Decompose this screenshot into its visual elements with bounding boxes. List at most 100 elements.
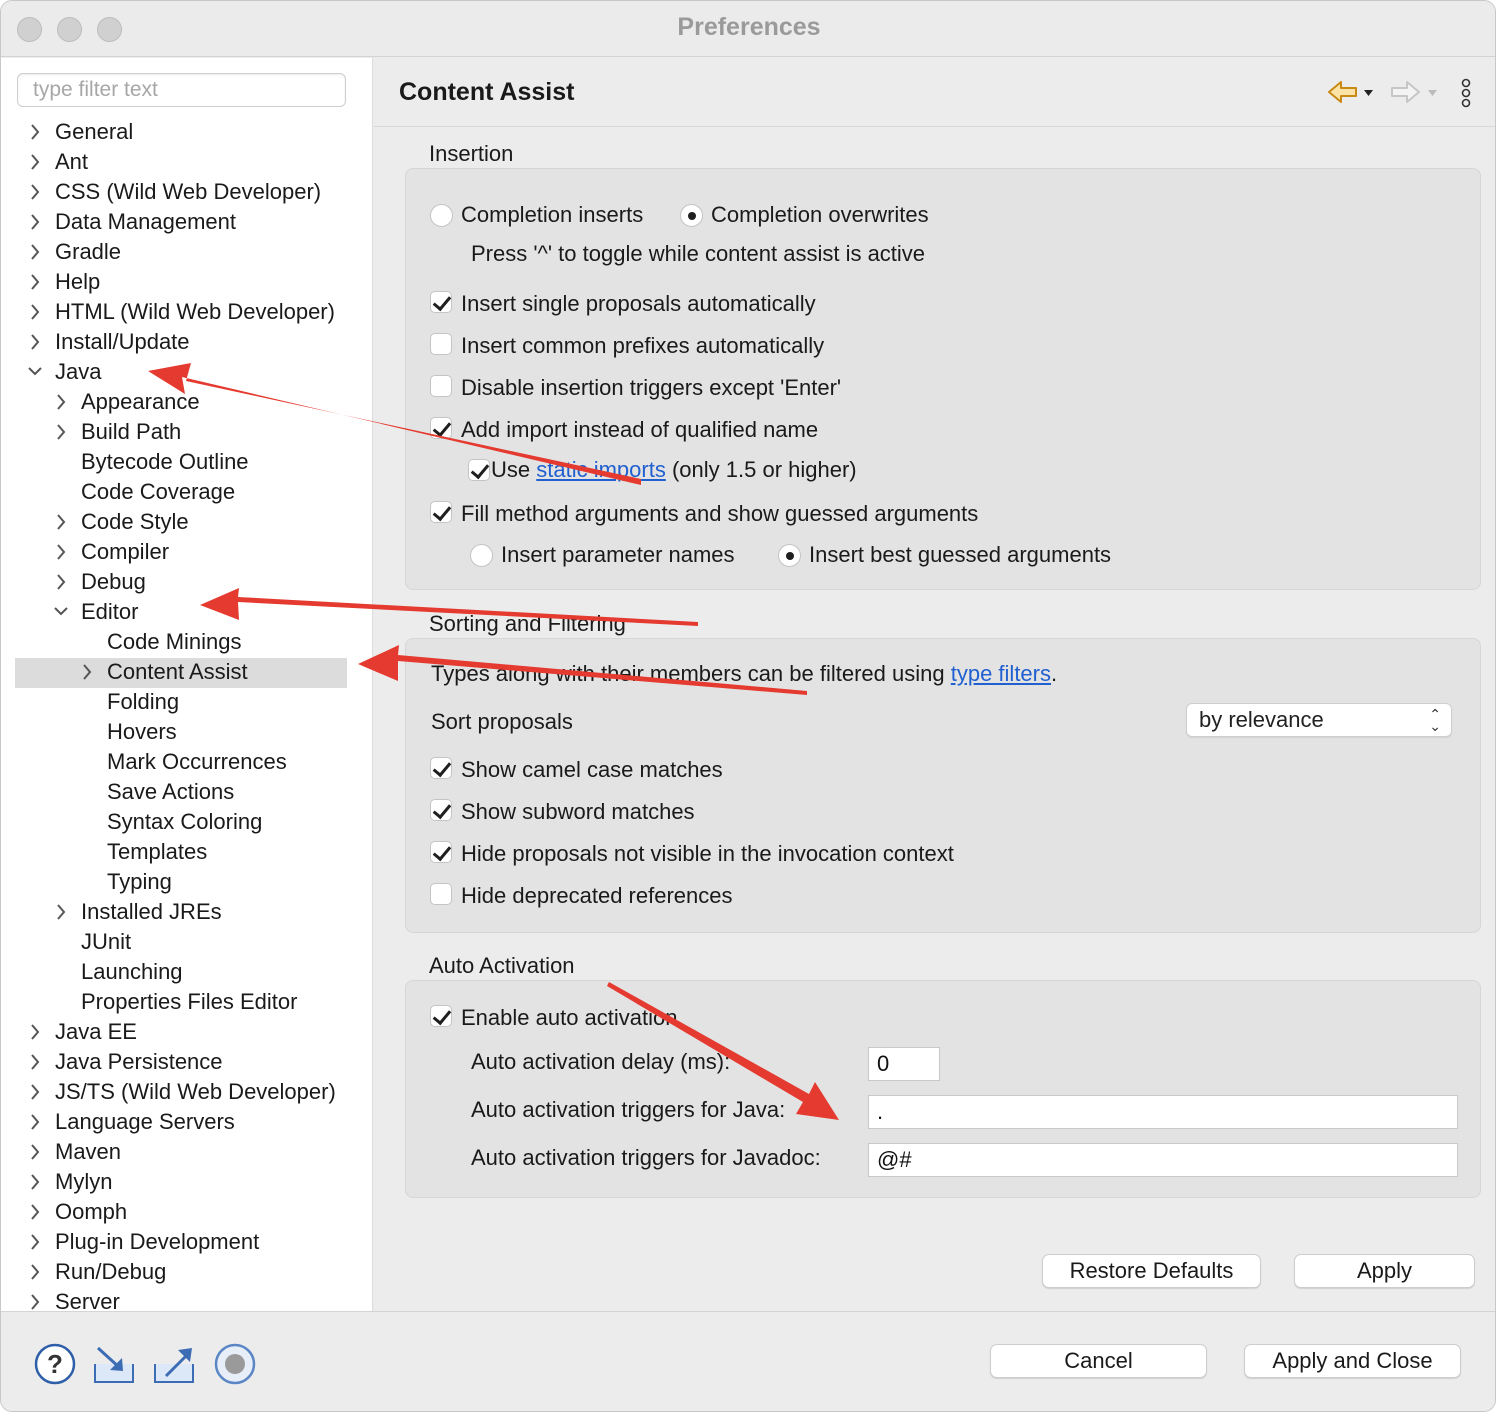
- tree-item[interactable]: Save Actions: [15, 778, 347, 808]
- chevron-right-icon[interactable]: [27, 272, 43, 292]
- help-button[interactable]: ?: [33, 1342, 77, 1386]
- hide-not-visible-checkbox[interactable]: [430, 841, 452, 863]
- tree-item[interactable]: Folding: [15, 688, 347, 718]
- insert-best-guessed-radio[interactable]: [778, 544, 801, 567]
- forward-button[interactable]: [1389, 78, 1439, 106]
- tree-item[interactable]: Hovers: [15, 718, 347, 748]
- chevron-right-icon[interactable]: [27, 1052, 43, 1072]
- tree-item[interactable]: Language Servers: [15, 1108, 347, 1138]
- tree-item[interactable]: Mark Occurrences: [15, 748, 347, 778]
- tree-item[interactable]: Server: [15, 1288, 347, 1311]
- javadoc-triggers-input[interactable]: @#: [868, 1143, 1458, 1177]
- tree-item[interactable]: Help: [15, 268, 347, 298]
- chevron-right-icon[interactable]: [27, 122, 43, 142]
- tree-item[interactable]: Plug-in Development: [15, 1228, 347, 1258]
- apply-and-close-button[interactable]: Apply and Close: [1244, 1344, 1461, 1378]
- tree-item[interactable]: General: [15, 118, 347, 148]
- chevron-right-icon[interactable]: [27, 152, 43, 172]
- cancel-button[interactable]: Cancel: [990, 1344, 1207, 1378]
- enable-auto-activation-checkbox[interactable]: [430, 1005, 452, 1027]
- record-button[interactable]: [213, 1342, 257, 1386]
- chevron-right-icon[interactable]: [27, 1082, 43, 1102]
- tree-item[interactable]: JS/TS (Wild Web Developer): [15, 1078, 347, 1108]
- chevron-down-icon[interactable]: [53, 602, 69, 622]
- tree-item[interactable]: Code Coverage: [15, 478, 347, 508]
- tree-item[interactable]: Code Minings: [15, 628, 347, 658]
- chevron-right-icon[interactable]: [79, 662, 95, 682]
- view-menu-button[interactable]: [1456, 78, 1476, 108]
- chevron-right-icon[interactable]: [27, 302, 43, 322]
- completion-overwrites-radio[interactable]: [680, 204, 703, 227]
- camel-case-checkbox[interactable]: [430, 757, 452, 779]
- tree-item[interactable]: Oomph: [15, 1198, 347, 1228]
- back-button[interactable]: [1326, 78, 1374, 106]
- sort-proposals-select[interactable]: by relevance ⌃ ⌄: [1186, 703, 1452, 737]
- chevron-right-icon[interactable]: [27, 1262, 43, 1282]
- chevron-right-icon[interactable]: [27, 1022, 43, 1042]
- java-triggers-input[interactable]: .: [868, 1095, 1458, 1129]
- chevron-right-icon[interactable]: [27, 1232, 43, 1252]
- tree-item[interactable]: Bytecode Outline: [15, 448, 347, 478]
- tree-item[interactable]: Editor: [15, 598, 347, 628]
- tree-item[interactable]: Build Path: [15, 418, 347, 448]
- chevron-right-icon[interactable]: [27, 1292, 43, 1311]
- tree-item[interactable]: Appearance: [15, 388, 347, 418]
- tree-item[interactable]: Typing: [15, 868, 347, 898]
- completion-inserts-radio[interactable]: [430, 204, 453, 227]
- insert-single-checkbox[interactable]: [430, 291, 452, 313]
- chevron-down-icon[interactable]: [27, 362, 43, 382]
- subword-checkbox[interactable]: [430, 799, 452, 821]
- tree-item[interactable]: Maven: [15, 1138, 347, 1168]
- export-button[interactable]: [152, 1342, 196, 1386]
- chevron-right-icon[interactable]: [27, 1112, 43, 1132]
- tree-item[interactable]: Templates: [15, 838, 347, 868]
- type-filters-link[interactable]: type filters: [951, 661, 1051, 686]
- tree-item[interactable]: Install/Update: [15, 328, 347, 358]
- disable-triggers-checkbox[interactable]: [430, 375, 452, 397]
- tree-item[interactable]: Data Management: [15, 208, 347, 238]
- chevron-right-icon[interactable]: [53, 512, 69, 532]
- chevron-right-icon[interactable]: [27, 1142, 43, 1162]
- chevron-right-icon[interactable]: [27, 242, 43, 262]
- chevron-right-icon[interactable]: [53, 902, 69, 922]
- tree-item[interactable]: CSS (Wild Web Developer): [15, 178, 347, 208]
- insert-param-names-radio[interactable]: [470, 544, 493, 567]
- chevron-right-icon[interactable]: [53, 542, 69, 562]
- tree-item[interactable]: Launching: [15, 958, 347, 988]
- tree-item[interactable]: Java EE: [15, 1018, 347, 1048]
- fill-method-checkbox[interactable]: [430, 501, 452, 523]
- tree-item[interactable]: Mylyn: [15, 1168, 347, 1198]
- tree-item[interactable]: Run/Debug: [15, 1258, 347, 1288]
- tree-item[interactable]: Code Style: [15, 508, 347, 538]
- tree-item[interactable]: Compiler: [15, 538, 347, 568]
- tree-item[interactable]: Syntax Coloring: [15, 808, 347, 838]
- tree-item[interactable]: Java Persistence: [15, 1048, 347, 1078]
- tree-item[interactable]: JUnit: [15, 928, 347, 958]
- tree-item[interactable]: Gradle: [15, 238, 347, 268]
- tree-item[interactable]: Ant: [15, 148, 347, 178]
- tree-item[interactable]: Content Assist: [15, 658, 347, 688]
- insert-common-checkbox[interactable]: [430, 333, 452, 355]
- static-imports-checkbox[interactable]: [468, 459, 490, 481]
- chevron-right-icon[interactable]: [27, 212, 43, 232]
- tree-item[interactable]: HTML (Wild Web Developer): [15, 298, 347, 328]
- chevron-right-icon[interactable]: [53, 392, 69, 412]
- hide-deprecated-checkbox[interactable]: [430, 883, 452, 905]
- delay-input[interactable]: 0: [868, 1047, 940, 1081]
- chevron-right-icon[interactable]: [27, 332, 43, 352]
- tree-item[interactable]: Installed JREs: [15, 898, 347, 928]
- import-button[interactable]: [92, 1342, 136, 1386]
- filter-input[interactable]: [17, 73, 346, 107]
- chevron-right-icon[interactable]: [27, 1172, 43, 1192]
- tree-item[interactable]: Java: [15, 358, 347, 388]
- chevron-right-icon[interactable]: [27, 1202, 43, 1222]
- chevron-right-icon[interactable]: [53, 572, 69, 592]
- chevron-right-icon[interactable]: [27, 182, 43, 202]
- apply-button[interactable]: Apply: [1294, 1254, 1475, 1288]
- static-imports-link[interactable]: static imports: [536, 457, 666, 482]
- chevron-right-icon[interactable]: [53, 422, 69, 442]
- tree-item[interactable]: Debug: [15, 568, 347, 598]
- restore-defaults-button[interactable]: Restore Defaults: [1042, 1254, 1261, 1288]
- add-import-checkbox[interactable]: [430, 417, 452, 439]
- tree-item[interactable]: Properties Files Editor: [15, 988, 347, 1018]
